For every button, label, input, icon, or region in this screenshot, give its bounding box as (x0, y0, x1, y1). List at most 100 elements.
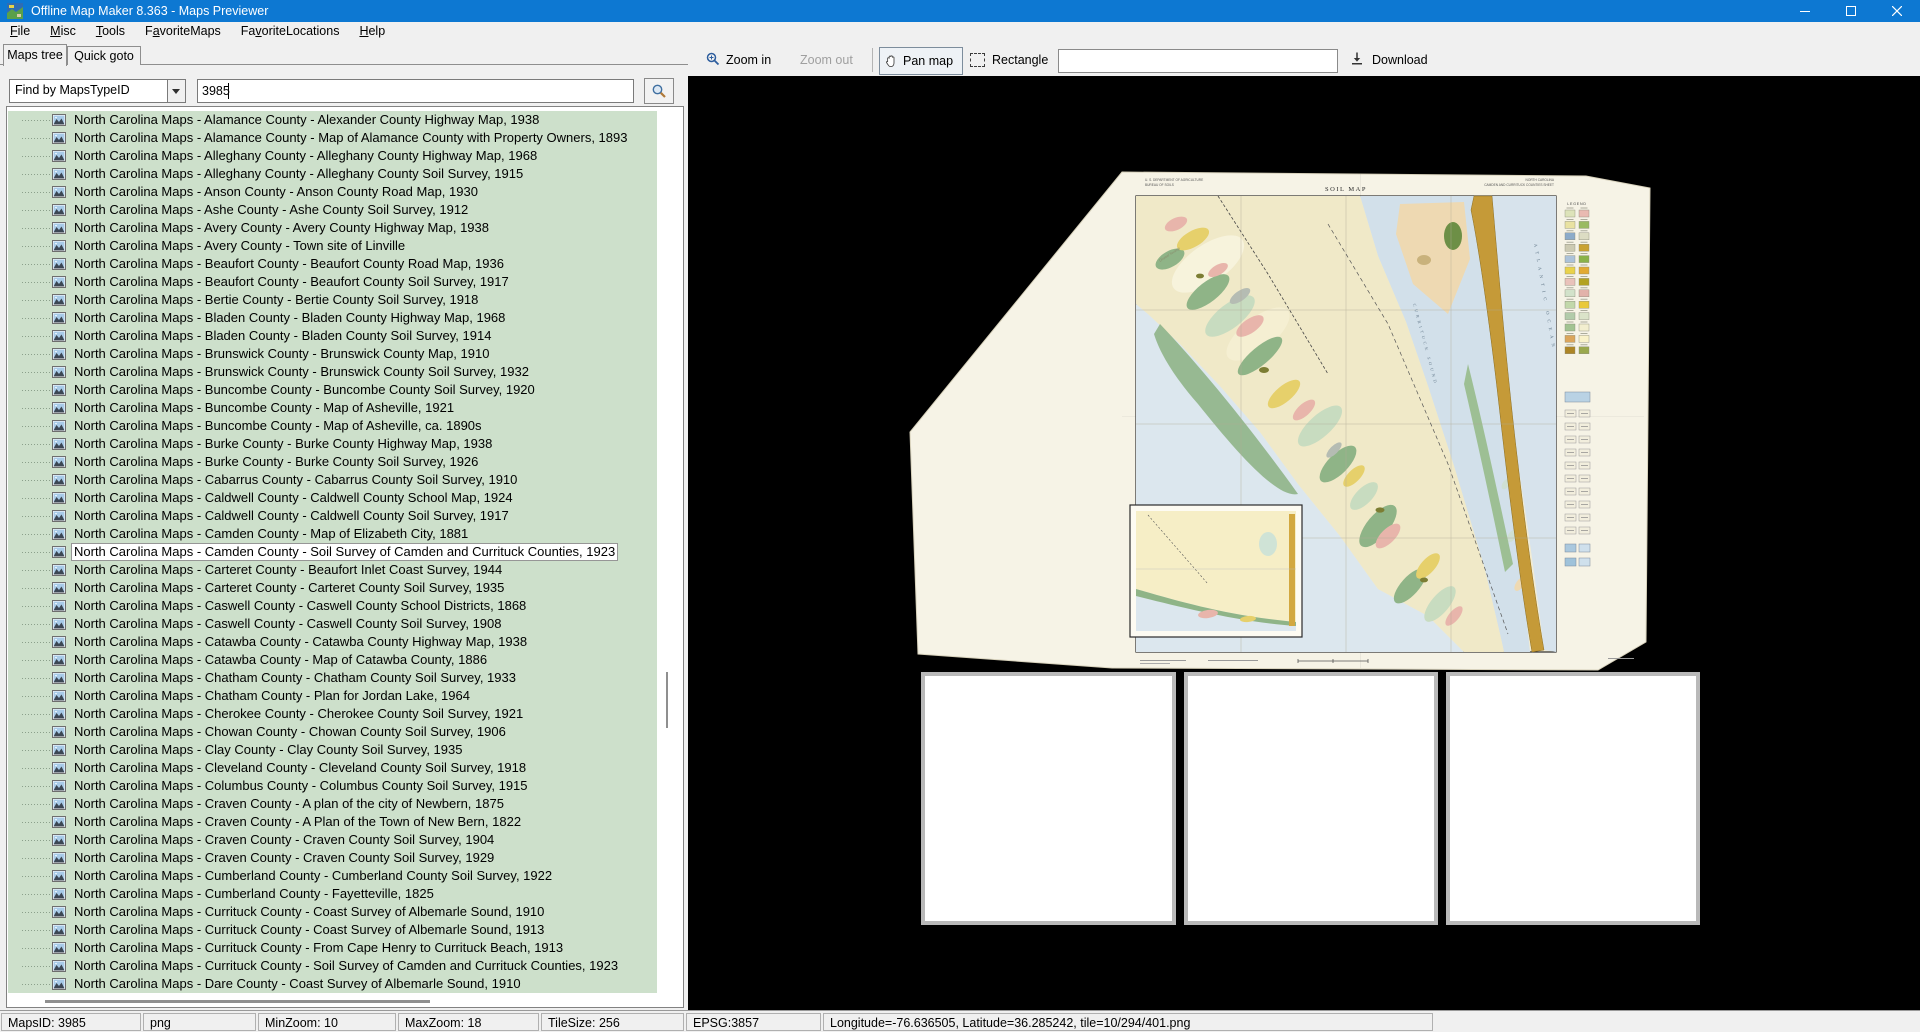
map-thumbnail-icon (52, 258, 66, 270)
tree-item[interactable]: North Carolina Maps - Bladen County - Bl… (8, 309, 657, 327)
tab-maps-tree[interactable]: Maps tree (3, 44, 67, 66)
tree-branch-line (22, 354, 50, 355)
tree-item[interactable]: North Carolina Maps - Currituck County -… (8, 903, 657, 921)
tab-quick-goto[interactable]: Quick goto (67, 46, 141, 65)
menu-tools[interactable]: Tools (86, 22, 135, 41)
map-thumbnail-icon (52, 708, 66, 720)
tree-item[interactable]: North Carolina Maps - Carteret County - … (8, 561, 657, 579)
minimize-icon (1800, 6, 1810, 16)
tree-item[interactable]: North Carolina Maps - Beaufort County - … (8, 273, 657, 291)
menu-help[interactable]: Help (349, 22, 395, 41)
tree-item[interactable]: North Carolina Maps - Currituck County -… (8, 921, 657, 939)
maximize-button[interactable] (1828, 0, 1874, 22)
tree-item-label: North Carolina Maps - Catawba County - C… (72, 634, 529, 650)
tree-item[interactable]: North Carolina Maps - Anson County - Ans… (8, 183, 657, 201)
find-by-dropdown[interactable]: Find by MapsTypeID (9, 79, 186, 103)
tree-item[interactable]: North Carolina Maps - Dare County - Coas… (8, 975, 657, 993)
tree-item-label: North Carolina Maps - Beaufort County - … (72, 274, 511, 290)
tree-item[interactable]: North Carolina Maps - Craven County - Cr… (8, 849, 657, 867)
tree-item[interactable]: North Carolina Maps - Cumberland County … (8, 885, 657, 903)
download-button[interactable]: Download (1372, 53, 1428, 67)
tree-item[interactable]: North Carolina Maps - Camden County - So… (8, 543, 657, 561)
menu-favoritelocations[interactable]: FavoriteLocations (231, 22, 350, 41)
tree-item[interactable]: North Carolina Maps - Currituck County -… (8, 957, 657, 975)
minimize-button[interactable] (1782, 0, 1828, 22)
tree-item[interactable]: North Carolina Maps - Chowan County - Ch… (8, 723, 657, 741)
tree-item[interactable]: North Carolina Maps - Alamance County - … (8, 111, 657, 129)
toolbar-input[interactable] (1058, 49, 1338, 73)
dropdown-arrow-icon[interactable] (167, 80, 185, 102)
tree-item[interactable]: North Carolina Maps - Bertie County - Be… (8, 291, 657, 309)
tree-item[interactable]: North Carolina Maps - Craven County - A … (8, 795, 657, 813)
tree-branch-line (22, 138, 50, 139)
tree-item[interactable]: North Carolina Maps - Buncombe County - … (8, 417, 657, 435)
map-thumbnail-icon (52, 402, 66, 414)
tree-item-label: North Carolina Maps - Caswell County - C… (72, 598, 528, 614)
tree-item[interactable]: North Carolina Maps - Chatham County - C… (8, 669, 657, 687)
tree-item[interactable]: North Carolina Maps - Brunswick County -… (8, 345, 657, 363)
horizontal-scrollbar-thumb[interactable] (45, 1000, 430, 1003)
pan-map-label: Pan map (903, 54, 953, 68)
map-preview-canvas[interactable]: SOIL MAP U. S. DEPARTMENT OF AGRICULTURE… (688, 76, 1920, 1010)
map-thumbnail-icon (52, 942, 66, 954)
tree-item[interactable]: North Carolina Maps - Caldwell County - … (8, 507, 657, 525)
status-mapsid: MapsID: 3985 (1, 1013, 141, 1031)
tree-item[interactable]: North Carolina Maps - Catawba County - M… (8, 651, 657, 669)
tree-item[interactable]: North Carolina Maps - Cumberland County … (8, 867, 657, 885)
map-thumbnail-icon (52, 168, 66, 180)
map-thumbnail-icon (52, 618, 66, 630)
tree-item[interactable]: North Carolina Maps - Brunswick County -… (8, 363, 657, 381)
tree-item[interactable]: North Carolina Maps - Ashe County - Ashe… (8, 201, 657, 219)
tree-item[interactable]: North Carolina Maps - Caldwell County - … (8, 489, 657, 507)
tree-item[interactable]: North Carolina Maps - Clay County - Clay… (8, 741, 657, 759)
tree-item[interactable]: North Carolina Maps - Alleghany County -… (8, 147, 657, 165)
tree-item[interactable]: North Carolina Maps - Cleveland County -… (8, 759, 657, 777)
toolbar-band: Maps tree Quick goto Zoom in Zoom out Pa… (0, 41, 1920, 76)
search-button[interactable] (644, 78, 674, 104)
menu-misc[interactable]: Misc (40, 22, 86, 41)
tree-item[interactable]: North Carolina Maps - Alleghany County -… (8, 165, 657, 183)
tree-item-label: North Carolina Maps - Burke County - Bur… (72, 454, 480, 470)
tree-item[interactable]: North Carolina Maps - Carteret County - … (8, 579, 657, 597)
tree-item[interactable]: North Carolina Maps - Cabarrus County - … (8, 471, 657, 489)
tree-branch-line (22, 498, 50, 499)
tree-item[interactable]: North Carolina Maps - Caswell County - C… (8, 615, 657, 633)
tree-branch-line (22, 462, 50, 463)
zoom-in-button[interactable]: Zoom in (726, 53, 771, 67)
tree-item[interactable]: North Carolina Maps - Alamance County - … (8, 129, 657, 147)
tree-branch-line (22, 444, 50, 445)
vertical-scrollbar-thumb[interactable] (666, 672, 668, 728)
search-input[interactable]: 3985 (197, 79, 634, 103)
menu-file[interactable]: File (0, 22, 40, 41)
status-epsg: EPSG:3857 (686, 1013, 821, 1031)
tree-item[interactable]: North Carolina Maps - Cherokee County - … (8, 705, 657, 723)
tree-branch-line (22, 894, 50, 895)
menu-favoritemaps[interactable]: FavoriteMaps (135, 22, 231, 41)
tree-item-label: North Carolina Maps - Caldwell County - … (72, 490, 515, 506)
tree-item[interactable]: North Carolina Maps - Camden County - Ma… (8, 525, 657, 543)
tree-item[interactable]: North Carolina Maps - Burke County - Bur… (8, 453, 657, 471)
pan-map-toggle[interactable]: Pan map (879, 47, 963, 75)
close-button[interactable] (1874, 0, 1920, 22)
tree-item[interactable]: North Carolina Maps - Caswell County - C… (8, 597, 657, 615)
tree-item[interactable]: North Carolina Maps - Avery County - Ave… (8, 219, 657, 237)
map-thumbnail-icon (52, 510, 66, 522)
tree-item[interactable]: North Carolina Maps - Currituck County -… (8, 939, 657, 957)
tree-item[interactable]: North Carolina Maps - Burke County - Bur… (8, 435, 657, 453)
tree-item[interactable]: North Carolina Maps - Craven County - Cr… (8, 831, 657, 849)
tree-item[interactable]: North Carolina Maps - Buncombe County - … (8, 399, 657, 417)
tree-item[interactable]: North Carolina Maps - Catawba County - C… (8, 633, 657, 651)
map-thumbnail-icon (52, 420, 66, 432)
tree-item[interactable]: North Carolina Maps - Columbus County - … (8, 777, 657, 795)
zoom-out-button[interactable]: Zoom out (800, 53, 853, 67)
map-thumbnail-icon (52, 384, 66, 396)
tree-item[interactable]: North Carolina Maps - Buncombe County - … (8, 381, 657, 399)
map-thumbnail-icon (52, 528, 66, 540)
tree-item[interactable]: North Carolina Maps - Craven County - A … (8, 813, 657, 831)
tree-item[interactable]: North Carolina Maps - Avery County - Tow… (8, 237, 657, 255)
map-thumbnail-icon (52, 438, 66, 450)
tree-item[interactable]: North Carolina Maps - Beaufort County - … (8, 255, 657, 273)
rectangle-button[interactable]: Rectangle (992, 53, 1048, 67)
tree-item[interactable]: North Carolina Maps - Chatham County - P… (8, 687, 657, 705)
tree-item[interactable]: North Carolina Maps - Bladen County - Bl… (8, 327, 657, 345)
